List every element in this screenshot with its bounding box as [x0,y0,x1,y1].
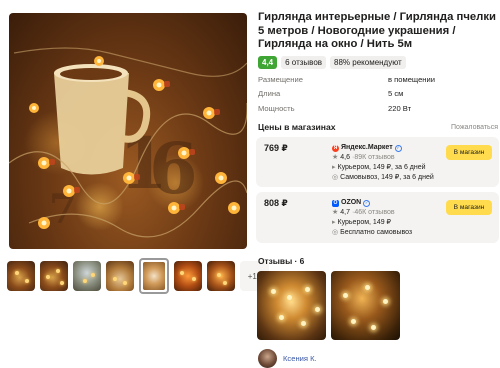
shop-name[interactable]: Яндекс.Маркет [341,143,393,153]
go-to-shop-button[interactable]: В магазин [446,145,492,160]
thumbnail[interactable] [7,261,35,291]
spec-row: Размещение в помещении [258,72,494,87]
thumbnail[interactable] [174,261,202,291]
go-to-shop-button[interactable]: В магазин [446,200,492,215]
shop-rating: 4,6 [340,154,351,161]
rating-row: 4,4 6 отзывов 88% рекомендуют [258,56,406,69]
spec-row: Мощность 220 Вт [258,101,494,116]
specs-table: Размещение в помещении Длина 5 см Мощнос… [258,72,494,116]
thumbnail-strip: +10 [7,258,269,296]
thumbnail[interactable] [207,261,235,291]
verified-check-icon: ✓ [363,199,371,207]
star-icon: ★ [332,209,339,216]
svg-text:6: 6 [149,127,198,210]
star-icon: ★ [332,154,339,161]
truck-icon: ▸ [332,219,336,226]
offer-price: 808 ₽ [264,198,288,208]
product-photo-illustration: 1 6 7 [9,47,247,238]
truck-icon: ▸ [332,164,336,171]
reviewer-name[interactable]: Ксения К. [283,354,317,363]
pickup-pin-icon: ◎ [332,229,339,236]
complain-link[interactable]: Пожаловаться [451,124,498,131]
offer-card: 769 ₽ Я Яндекс.Маркет ✓ ★ 4,6 ·89К отзыв… [256,137,499,187]
reviews-count-link[interactable]: 6 отзывов [281,56,327,69]
yandex-market-logo-icon: Я [332,144,339,152]
verified-check-icon: ✓ [394,144,402,152]
spec-row: Длина 5 см [258,87,494,102]
avatar [258,349,277,368]
offer-shop-info: O OZON ✓ ★ 4,7 ·46К отзывов ▸ Курьером, … [332,198,412,238]
thumbnail[interactable] [106,261,134,291]
shop-reviews[interactable]: ·89К отзывов [352,153,395,163]
review-photo[interactable] [257,271,326,340]
thumbnail[interactable] [40,261,68,291]
main-product-photo[interactable]: 1 6 7 [9,13,247,249]
rating-badge[interactable]: 4,4 [258,56,278,69]
spec-value: 5 см [388,89,404,99]
pickup-pin-icon: ◎ [332,174,339,181]
prices-heading: Цены в магазинах [258,122,336,132]
ozon-logo-icon: O [332,199,339,207]
thumbnail-active[interactable] [139,258,169,294]
review-photo[interactable] [331,271,400,340]
reviewer[interactable]: Ксения К. [258,349,317,368]
delivery-pickup: Самовывоз, 149 ₽, за 6 дней [340,174,434,181]
offer-card: 808 ₽ O OZON ✓ ★ 4,7 ·46К отзывов ▸ Курь… [256,192,499,243]
shop-reviews[interactable]: ·46К отзывов [352,208,395,218]
delivery-pickup: Бесплатно самовывоз [340,229,413,236]
spec-key: Размещение [258,74,303,84]
reviews-heading[interactable]: Отзывы · 6 [258,256,304,266]
delivery-courier: Курьером, 149 ₽ [337,219,392,226]
shop-name[interactable]: OZON [341,198,361,208]
prices-header: Цены в магазинах Пожаловаться [258,122,498,132]
spec-key: Мощность [258,103,295,113]
shop-rating: 4,7 [340,209,351,216]
recommend-badge: 88% рекомендуют [330,56,406,69]
spec-value: 220 Вт [388,103,412,113]
product-title: Гирлянда интерьерные / Гирлянда пчелки 5… [258,11,496,51]
offer-shop-info: Я Яндекс.Маркет ✓ ★ 4,6 ·89К отзывов ▸ К… [332,143,434,183]
thumbnail[interactable] [73,261,101,291]
spec-value: в помещении [388,74,435,84]
spec-key: Длина [258,89,281,99]
offer-price: 769 ₽ [264,143,288,153]
delivery-courier: Курьером, 149 ₽, за 6 дней [337,164,426,171]
